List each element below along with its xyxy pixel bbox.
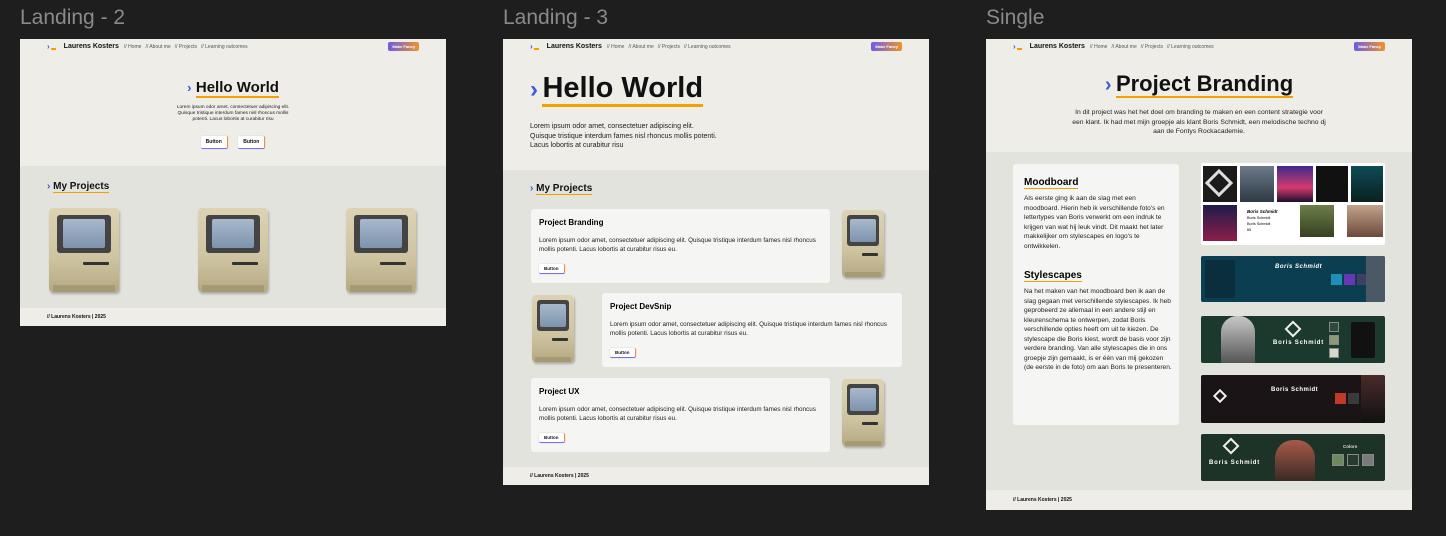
content-section: Moodboard Als eerste ging ik aan de slag… [986,152,1412,490]
project-text: Lorem ipsum odor amet, consectetuer adip… [539,406,816,422]
underscore-icon [1016,48,1022,50]
stylescape-name: Boris Schmidt [1271,387,1319,393]
stylescapes-text: Na het maken van het moodboard ben ik aa… [1024,288,1172,371]
hero-text: Lorem ipsum odor amet, consectetuer adip… [176,105,290,122]
nav-link-about[interactable]: // About me [145,44,170,50]
project-image-mac[interactable] [532,295,574,362]
make-fancy-button[interactable]: Make Fancy [1354,42,1385,51]
moodboard-heading: Moodboard [1024,177,1079,189]
project-image-mac[interactable] [198,208,268,292]
project-button[interactable]: Button [539,433,565,443]
project-text: Lorem ipsum odor amet, consectetuer adip… [610,321,887,337]
project-image-mac[interactable] [346,208,416,292]
project-image-mac[interactable] [842,210,884,277]
moodboard-text-sample: Boris Schmidt [1247,209,1278,214]
chevron-right-icon: › [1104,74,1112,96]
nav-link-projects[interactable]: // Projects [658,44,680,50]
chevron-right-icon: › [530,183,534,194]
nav-link-learning-outcomes[interactable]: // Learning outcomes [201,44,248,50]
stylescape-name: Boris Schmidt [1209,460,1261,466]
frame-landing-3: › Laurens Kosters // Home // About me //… [503,39,929,485]
footer: // Laurens Kosters | 2025 [1013,497,1072,503]
moodboard-text-sample: Boris Schmidt [1247,222,1271,226]
project-intro: In dit project was het het doel om brand… [1072,109,1326,135]
nav-link-about[interactable]: // About me [1111,44,1136,50]
underscore-icon [533,48,539,50]
site-name[interactable]: Laurens Kosters [547,43,602,50]
nav-link-home[interactable]: // Home [607,44,625,50]
footer: // Laurens Kosters | 2025 [530,473,589,479]
chevron-right-icon: › [530,41,533,51]
chevron-right-icon: › [47,41,50,51]
projects-heading: My Projects [53,181,110,193]
project-title: Project UX [539,387,580,396]
stylescape-image-1[interactable]: Boris Schmidt [1201,256,1385,302]
stylescape-image-2[interactable]: Boris Schmidt [1201,316,1385,363]
project-button[interactable]: Button [539,264,565,274]
chevron-right-icon: › [530,76,538,103]
site-name[interactable]: Laurens Kosters [1030,43,1085,50]
nav-link-learning-outcomes[interactable]: // Learning outcomes [1167,44,1214,50]
projects-heading: My Projects [536,183,593,195]
project-image-mac[interactable] [842,379,884,446]
frame-label-landing-2: Landing - 2 [20,6,126,29]
frame-landing-2: › Laurens Kosters // Home // About me //… [20,39,446,326]
site-name[interactable]: Laurens Kosters [64,43,119,50]
hero-section: › Hello World Lorem ipsum odor amet, con… [20,54,446,166]
chevron-right-icon: › [187,80,192,95]
navbar: › Laurens Kosters // Home // About me //… [986,39,1412,54]
stylescape-name: Boris Schmidt [1273,340,1325,346]
hero-title: Hello World [542,72,704,107]
project-button[interactable]: Button [610,348,636,358]
hero-title: Hello World [195,79,279,98]
moodboard-image[interactable]: Boris Schmidt Boris Schmidt Boris Schmid… [1201,163,1385,245]
frame-label-landing-3: Landing - 3 [503,6,609,29]
stylescapes-heading: Stylescapes [1024,270,1082,282]
project-image-mac[interactable] [49,208,119,292]
project-title: Project Branding [539,218,604,227]
frame-label-single: Single [986,6,1045,29]
project-card[interactable]: Project UX Lorem ipsum odor amet, consec… [531,378,830,452]
stylescape-name: Boris Schmidt [1275,264,1323,270]
underscore-icon [50,48,56,50]
footer: // Laurens Kosters | 2025 [47,314,106,320]
logo[interactable]: › [530,41,539,51]
page-title: Project Branding [1115,71,1294,98]
project-text: Lorem ipsum odor amet, consectetuer adip… [539,237,816,253]
nav-link-about[interactable]: // About me [628,44,653,50]
moodboard-text: Als eerste ging ik aan de slag met een m… [1024,195,1165,250]
colors-label: Colors [1343,444,1358,449]
make-fancy-button[interactable]: Make Fancy [871,42,902,51]
chevron-right-icon: › [1013,41,1016,51]
nav-link-learning-outcomes[interactable]: // Learning outcomes [684,44,731,50]
navbar: › Laurens Kosters // Home // About me //… [503,39,929,54]
navbar: › Laurens Kosters // Home // About me //… [20,39,446,54]
project-card[interactable]: Project Branding Lorem ipsum odor amet, … [531,209,830,283]
nav-link-home[interactable]: // Home [124,44,142,50]
stylescape-image-4[interactable]: Boris Schmidt Colors [1201,434,1385,481]
chevron-right-icon: › [47,181,51,192]
text-card: Moodboard Als eerste ging ik aan de slag… [1013,164,1179,425]
moodboard-text-sample: Boris Schmidt [1247,216,1271,220]
nav-link-projects[interactable]: // Projects [175,44,197,50]
stylescape-image-3[interactable]: Boris Schmidt [1201,375,1385,423]
logo[interactable]: › [1013,41,1022,51]
nav-link-home[interactable]: // Home [1090,44,1108,50]
project-title: Project DevSnip [610,302,672,311]
moodboard-text-sample: 65 [1247,228,1252,232]
hero-button-1[interactable]: Button [200,136,228,149]
project-card[interactable]: Project DevSnip Lorem ipsum odor amet, c… [602,293,902,367]
nav-link-projects[interactable]: // Projects [1141,44,1163,50]
projects-section: › My Projects Project Branding Lorem ips… [503,170,929,467]
hero-text: Lorem ipsum odor amet, consectetuer adip… [530,123,717,149]
logo[interactable]: › [47,41,56,51]
hero-button-2[interactable]: Button [238,136,266,149]
projects-section: › My Projects [20,166,446,308]
project-hero: › Project Branding In dit project was he… [986,54,1412,152]
make-fancy-button[interactable]: Make Fancy [388,42,419,51]
hero-section: › Hello World Lorem ipsum odor amet, con… [503,54,929,170]
frame-single: › Laurens Kosters // Home // About me //… [986,39,1412,510]
